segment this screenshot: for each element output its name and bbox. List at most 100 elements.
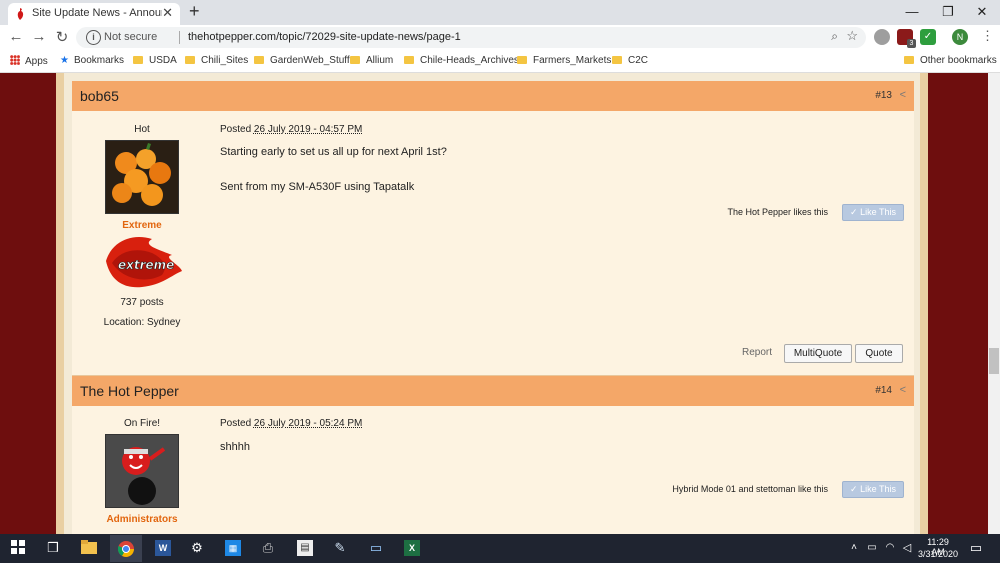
thumbs-up-icon: ✓	[850, 484, 861, 494]
file-explorer-icon[interactable]	[81, 540, 97, 556]
habanero-peppers-image	[106, 141, 178, 213]
bookmark-other[interactable]: Other bookmarks	[904, 55, 997, 66]
settings-gear-icon[interactable]: ⚙	[189, 540, 205, 556]
page-scrollbar[interactable]	[988, 73, 1000, 534]
excel-icon[interactable]: X	[404, 540, 420, 556]
windows-start-icon[interactable]	[10, 540, 26, 556]
scrollbar-thumb[interactable]	[989, 348, 999, 374]
user-group: Extreme	[122, 220, 162, 231]
bookmark-chile-heads-archives[interactable]: Chile-Heads_Archives	[404, 55, 519, 66]
windows-taskbar: ❒ W ⚙ ▦ ⎙ ▤ ✎ ▭ X ˄ ▭ ◠ ◁ ▭	[0, 534, 1000, 563]
post-signature-line: Sent from my SM-A530F using Tapatalk	[220, 181, 415, 193]
volume-icon[interactable]: ◁	[899, 540, 915, 556]
paint-icon[interactable]: ✎	[332, 540, 348, 556]
notifications-icon[interactable]: ▭	[968, 540, 984, 556]
folder-icon	[612, 56, 622, 64]
bookmark-usda[interactable]: USDA	[133, 55, 177, 66]
new-tab-button[interactable]: +	[189, 1, 200, 22]
reload-icon[interactable]: ↻	[52, 28, 72, 46]
badge-text: extreme	[118, 258, 174, 272]
bookmark-allium[interactable]: Allium	[350, 55, 393, 66]
browser-tab[interactable]: Site Update News - Announceme ✕	[8, 3, 180, 25]
extension-shield-icon[interactable]: 3	[897, 29, 916, 48]
bookmark-bookmarks[interactable]: ★ Bookmarks	[60, 55, 124, 66]
user-post-count: 737 posts	[120, 297, 164, 308]
post-number-link[interactable]: #14	[875, 385, 892, 396]
forum-page: bob65 #13 < Hot Extreme extreme 737 post…	[0, 73, 988, 534]
bookmark-gardenweb-stuff[interactable]: GardenWeb_Stuff	[254, 55, 350, 66]
post-author-link[interactable]: bob65	[80, 88, 119, 104]
apps-grid-icon	[10, 55, 20, 65]
printer-icon[interactable]: ⎙	[260, 540, 276, 556]
tab-strip: Site Update News - Announceme ✕ + — ❐ ✕	[0, 0, 1000, 25]
post-header: The Hot Pepper #14 <	[72, 376, 914, 406]
calendar-icon[interactable]: ▦	[225, 540, 241, 556]
like-button[interactable]: ✓ Like This	[842, 481, 904, 498]
post-header: bob65 #13 <	[72, 81, 914, 111]
chevron-up-icon[interactable]: ˄	[846, 540, 862, 556]
posted-date: 26 July 2019 - 05:24 PM	[253, 418, 363, 429]
chrome-taskbar-button[interactable]	[110, 535, 142, 562]
like-button[interactable]: ✓ Like This	[842, 204, 904, 221]
posted-timestamp: Posted 26 July 2019 - 05:24 PM	[220, 418, 363, 429]
user-avatar[interactable]	[105, 140, 179, 214]
forum-content: bob65 #13 < Hot Extreme extreme 737 post…	[64, 73, 920, 534]
bookmark-chili-sites[interactable]: Chili_Sites	[185, 55, 248, 66]
task-view-icon[interactable]: ❒	[45, 540, 61, 556]
user-location: Location: Sydney	[103, 317, 181, 328]
window-close-button[interactable]: ✕	[964, 0, 1000, 25]
folder-icon	[185, 56, 195, 64]
folder-icon	[517, 56, 527, 64]
post-author-link[interactable]: The Hot Pepper	[80, 383, 179, 399]
bookmark-star-icon[interactable]: ☆	[846, 28, 858, 44]
checkmark-extension-icon[interactable]: ✓	[920, 29, 936, 45]
bookmark-farmers-markets[interactable]: Farmers_Markets	[517, 55, 611, 66]
folder-icon	[254, 56, 264, 64]
battery-icon[interactable]: ▭	[864, 540, 880, 556]
extension-circle-icon[interactable]	[874, 29, 890, 45]
address-bar[interactable]: i Not secure thehotpepper.com/topic/7202…	[76, 27, 866, 48]
thumbs-up-icon: ✓	[850, 207, 861, 217]
share-icon[interactable]: <	[900, 89, 906, 101]
taskbar-clock-date[interactable]: 3/31/2020	[915, 549, 961, 559]
menu-kebab-icon[interactable]: ⋮	[981, 28, 994, 44]
tab-title: Site Update News - Announceme	[32, 7, 162, 19]
share-icon[interactable]: <	[900, 384, 906, 396]
folder-icon	[404, 56, 414, 64]
wifi-icon[interactable]: ◠	[882, 540, 898, 556]
report-link[interactable]: Report	[742, 347, 772, 358]
bookmark-c2c[interactable]: C2C	[612, 55, 648, 66]
folder-icon	[133, 56, 143, 64]
multiquote-button[interactable]: MultiQuote	[784, 344, 852, 363]
folder-icon	[904, 56, 914, 64]
minimize-button[interactable]: —	[894, 0, 930, 25]
word-icon[interactable]: W	[155, 540, 171, 556]
page-border-left	[56, 73, 64, 534]
post-number-link[interactable]: #13	[875, 90, 892, 101]
restore-button[interactable]: ❐	[930, 0, 966, 25]
calculator-icon[interactable]: ▤	[297, 540, 313, 556]
bookmark-apps[interactable]: Apps	[10, 55, 48, 67]
likes-text: The Hot Pepper likes this	[727, 207, 828, 217]
post-message-line: Starting early to set us all up for next…	[220, 146, 447, 158]
info-icon[interactable]: i	[86, 30, 101, 45]
pepper-favicon-icon	[17, 8, 24, 20]
extreme-badge-icon: extreme	[106, 237, 182, 288]
page-border-right	[920, 73, 928, 534]
likes-text: Hybrid Mode 01 and stettoman like this	[672, 484, 828, 494]
url-text[interactable]: thehotpepper.com/topic/72029-site-update…	[188, 31, 461, 43]
posted-timestamp: Posted 26 July 2019 - 04:57 PM	[220, 124, 363, 135]
back-arrow-icon[interactable]: ←	[6, 28, 26, 45]
browser-toolbar: ← → ↻ i Not secure thehotpepper.com/topi…	[0, 25, 1000, 51]
notepad-icon[interactable]: ▭	[368, 540, 384, 556]
forward-arrow-icon[interactable]: →	[29, 28, 49, 45]
posted-date: 26 July 2019 - 04:57 PM	[253, 124, 363, 135]
profile-avatar[interactable]: N	[952, 29, 968, 45]
not-secure-label: Not secure	[104, 31, 158, 43]
tab-close-icon[interactable]: ✕	[162, 5, 173, 21]
post-body: Hot Extreme extreme 737 posts Location: …	[72, 111, 914, 376]
zoom-magnifier-icon[interactable]: ⌕	[831, 29, 838, 44]
quote-button[interactable]: Quote	[855, 344, 903, 363]
user-avatar[interactable]	[105, 434, 179, 508]
post-body: On Fire! Administrators Posted 26 July 2…	[72, 406, 914, 534]
